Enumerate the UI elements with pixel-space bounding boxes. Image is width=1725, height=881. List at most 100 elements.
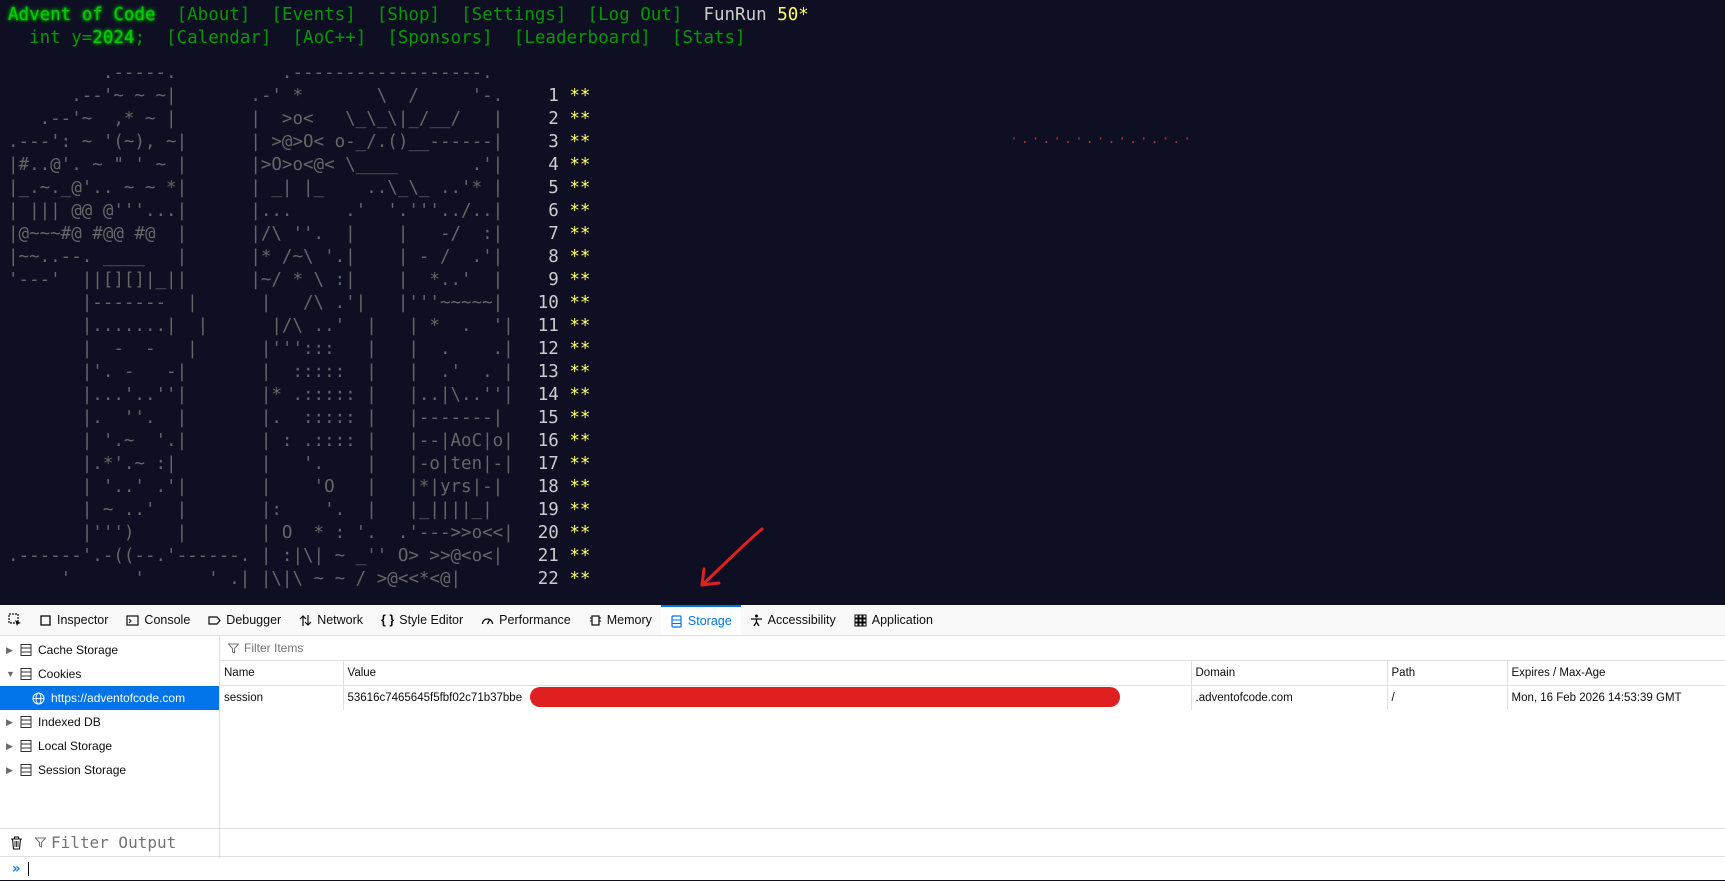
calendar-art-pad: [493, 500, 535, 520]
nav-settings[interactable]: [Settings]: [461, 5, 566, 25]
nav-events[interactable]: [Events]: [271, 5, 355, 25]
calendar-day-10[interactable]: |------- | | /\ .'| |'''~~~~~| 10 **: [8, 292, 591, 315]
column-path[interactable]: Path: [1387, 661, 1508, 686]
nav-stats[interactable]: [Stats]: [672, 28, 746, 48]
tree-cache-storage[interactable]: ▶ Cache Storage: [0, 638, 219, 662]
nav-logout[interactable]: [Log Out]: [588, 5, 683, 25]
calendar-day-stars: **: [569, 500, 591, 520]
tab-style-editor[interactable]: { } Style Editor: [372, 605, 472, 635]
calendar-day-7[interactable]: |@~~~#@ #@@ #@ | |/\ ''. | | -/ :| 7 **: [8, 223, 590, 246]
column-value[interactable]: Value: [343, 661, 1192, 686]
calendar-day-number: 22: [537, 569, 559, 589]
tab-memory[interactable]: Memory: [580, 605, 661, 635]
calendar-art: | '..' .'| | 'O | |*|yrs|-|: [8, 477, 504, 497]
calendar-day-3[interactable]: .---': ~ '(~), ~| | >@>O< o-_/.()__-----…: [8, 131, 590, 154]
expand-arrow-icon[interactable]: ▶: [6, 741, 14, 752]
calendar-day-11[interactable]: |.......| | |/\ ..' | | * . '| 11 **: [8, 315, 591, 338]
site-title-link[interactable]: Advent of Code: [8, 5, 156, 25]
calendar-day-18[interactable]: | '..' .'| | 'O | |*|yrs|-| 18 **: [8, 476, 591, 499]
nav-calendar[interactable]: [Calendar]: [166, 28, 271, 48]
calendar-day-4[interactable]: |#..@'. ~ " ' ~ | |>O>o<@< \____ .'| 4 *…: [8, 154, 590, 177]
tree-cookies[interactable]: ▼ Cookies: [0, 662, 219, 686]
tab-application[interactable]: Application: [845, 605, 942, 635]
calendar-day-number: 7: [548, 224, 559, 244]
column-domain[interactable]: Domain: [1191, 661, 1388, 686]
console-input-line[interactable]: »: [0, 856, 1725, 881]
calendar-day-8[interactable]: |~~..--. ____ | |* /~\ '.| | - / .'| 8 *…: [8, 246, 590, 269]
calendar-day-22[interactable]: ' ' ' .| |\|\ ~ ~ / >@<<*<@| 22 **: [8, 568, 591, 591]
calendar-art-pad: [503, 293, 535, 313]
tree-session-storage[interactable]: ▶ Session Storage: [0, 758, 219, 782]
tab-inspector[interactable]: Inspector: [30, 605, 117, 635]
element-picker-icon: [8, 613, 21, 626]
calendar-art: | ||| @@ @'''...| |... .' '.'''../..|: [8, 201, 504, 221]
tab-performance[interactable]: Performance: [472, 605, 580, 635]
calendar-day-17[interactable]: |.*'.~ :| | '. | |-o|ten|-| 17 **: [8, 453, 591, 476]
calendar-day-21[interactable]: .------'.-((--.'------. | :|\| ~ _'' O> …: [8, 545, 590, 568]
calendar-day-number: 20: [537, 523, 559, 543]
header-row-1: Advent of Code [About] [Events] [Shop] […: [8, 4, 809, 27]
tree-indexed-db[interactable]: ▶ Indexed DB: [0, 710, 219, 734]
calendar-day-14[interactable]: |...'..''| |* .::::: | |..|\..''| 14 **: [8, 384, 591, 407]
table-header: Name Value Domain Path Expires / Max-Age: [220, 661, 1725, 686]
calendar-day-stars: **: [569, 201, 591, 221]
expand-arrow-icon[interactable]: ▶: [6, 717, 14, 728]
calendar-day-16[interactable]: | '.~ '.| | : .:::: | |--|AoC|o| 16 **: [8, 430, 591, 453]
filter-icon: [228, 643, 239, 654]
year-value[interactable]: 2024: [92, 28, 134, 48]
collapse-arrow-icon[interactable]: ▼: [6, 669, 15, 679]
tab-accessibility[interactable]: Accessibility: [741, 605, 845, 635]
tab-storage[interactable]: Storage: [660, 605, 741, 635]
calendar-day-5[interactable]: |_.~._@'.. ~ ~ *| | _| |_ ..\_\_ ..'* | …: [8, 177, 590, 200]
nav-sponsors[interactable]: [Sponsors]: [387, 28, 492, 48]
calendar-day-stars: **: [569, 362, 591, 382]
calendar-art: |_.~._@'.. ~ ~ *| | _| |_ ..\_\_ ..'* |: [8, 178, 504, 198]
filter-items-bar[interactable]: Filter Items: [220, 636, 1725, 661]
column-expires[interactable]: Expires / Max-Age: [1507, 661, 1725, 686]
calendar-art-pad: [503, 408, 535, 428]
tree-cookie-origin[interactable]: https://adventofcode.com: [0, 686, 219, 710]
devtools-toolbar: Inspector Console Debugger Network { } St…: [0, 605, 1725, 636]
calendar-day-9[interactable]: '---' ||[][]|_|| |~/ * \ :| | *..' | 9 *…: [8, 269, 590, 292]
expand-arrow-icon[interactable]: ▶: [6, 765, 14, 776]
calendar-day-12[interactable]: | - - | |'''::: | | . .| 12 **: [8, 338, 591, 361]
calendar-day-20[interactable]: |''') | | O * : '. .'--->>o<<| 20 **: [8, 522, 591, 545]
calendar-art: |'. - -| | ::::: | | .' . |: [8, 362, 514, 382]
calendar-day-1[interactable]: .--'~ ~ ~| .-' * \ / '-. 1 **: [8, 85, 590, 108]
cookie-path[interactable]: /: [1387, 685, 1508, 710]
tab-debugger[interactable]: Debugger: [199, 605, 290, 635]
filter-items-input[interactable]: Filter Items: [244, 641, 303, 655]
tree-local-storage[interactable]: ▶ Local Storage: [0, 734, 219, 758]
calendar-day-13[interactable]: |'. - -| | ::::: | | .' . | 13 **: [8, 361, 591, 384]
column-name[interactable]: Name: [220, 661, 344, 686]
nav-leaderboard[interactable]: [Leaderboard]: [514, 28, 651, 48]
calendar-day-stars: **: [569, 178, 591, 198]
cookie-domain[interactable]: .adventofcode.com: [1191, 685, 1388, 710]
calendar-art-pad: [514, 431, 535, 451]
calendar-day-stars: **: [569, 293, 591, 313]
storage-icon: [671, 614, 682, 628]
expand-arrow-icon[interactable]: ▶: [6, 645, 14, 656]
nav-shop[interactable]: [Shop]: [377, 5, 440, 25]
calendar-day-15[interactable]: |. ''. | |. ::::: | |-------| 15 **: [8, 407, 591, 430]
nav-aocpp[interactable]: [AoC++]: [293, 28, 367, 48]
cookie-expires[interactable]: Mon, 16 Feb 2026 14:53:39 GMT: [1507, 686, 1725, 711]
network-icon: [299, 614, 312, 626]
calendar-day-number: 12: [537, 339, 559, 359]
calendar-day-6[interactable]: | ||| @@ @'''...| |... .' '.'''../..| 6 …: [8, 200, 590, 223]
calendar-art: | - - | |'''::: | | . .|: [8, 339, 514, 359]
calendar-day-2[interactable]: .--'~ ,* ~ | | >o< \_\_\|_/__/ | 2 **: [8, 108, 591, 131]
calendar-day-stars: **: [569, 316, 591, 336]
tab-network[interactable]: Network: [290, 605, 372, 635]
calendar-day-stars: **: [569, 408, 591, 428]
cookie-name[interactable]: session: [220, 685, 344, 710]
trash-icon[interactable]: [10, 835, 23, 850]
calendar-art: '---' ||[][]|_|| |~/ * \ :| | *..' |: [8, 270, 504, 290]
calendar-poster: .--'~ ~ ~| .-' * \ / '-. 1 ** .--'~ ,* ~…: [8, 63, 591, 591]
filter-output-input[interactable]: Filter Output: [51, 833, 176, 852]
tab-console[interactable]: Console: [117, 605, 199, 635]
year-label: int y=2024;: [8, 28, 145, 48]
nav-about[interactable]: [About]: [177, 5, 251, 25]
calendar-day-19[interactable]: | ~ ..' | |: '. | |_||||_| 19 **: [8, 499, 591, 522]
element-picker-button[interactable]: [0, 605, 30, 635]
